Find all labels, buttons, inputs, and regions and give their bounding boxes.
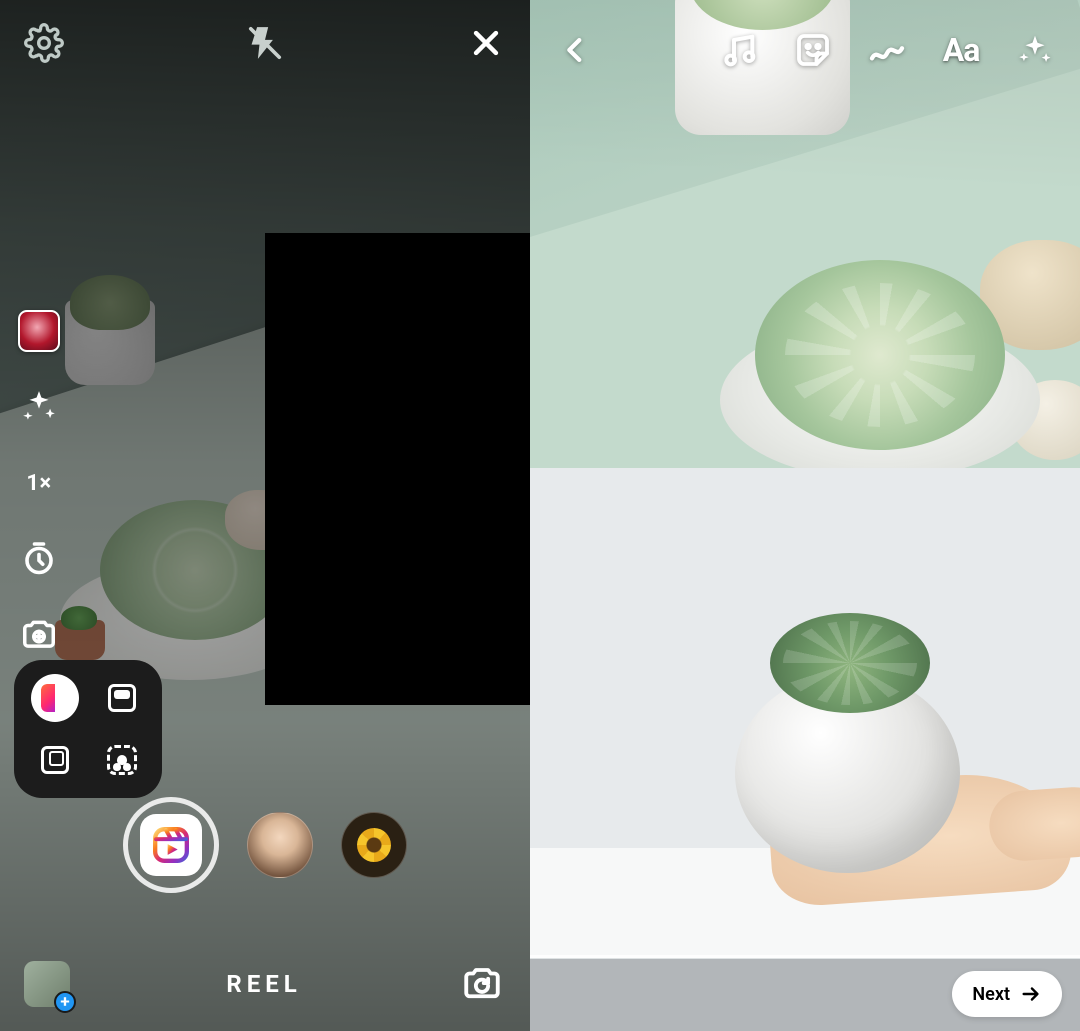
text-tool-label: Aa bbox=[943, 31, 980, 69]
settings-icon[interactable] bbox=[22, 21, 66, 65]
layout-option-split-top[interactable] bbox=[98, 674, 146, 722]
scrubber[interactable] bbox=[530, 955, 1080, 958]
flash-off-icon[interactable] bbox=[243, 21, 287, 65]
add-icon: + bbox=[54, 991, 76, 1013]
secondary-capture-panel[interactable] bbox=[265, 233, 530, 705]
audio-thumbnail bbox=[18, 310, 60, 352]
story-editor-screen: Aa Next bbox=[530, 0, 1080, 1031]
reels-icon bbox=[140, 814, 202, 876]
zoom-label: 1× bbox=[26, 471, 51, 496]
gallery-button[interactable]: + bbox=[24, 961, 70, 1007]
camera-top-bar bbox=[0, 0, 530, 85]
layout-option-split-vertical[interactable] bbox=[31, 674, 79, 722]
effect-face-filter[interactable] bbox=[247, 812, 313, 878]
text-tool[interactable]: Aa bbox=[938, 27, 984, 73]
arrow-right-icon bbox=[1020, 983, 1042, 1005]
audio-track-button[interactable] bbox=[18, 310, 60, 352]
layout-picker bbox=[14, 660, 162, 798]
effect-sunflower[interactable] bbox=[341, 812, 407, 878]
story-image-bottom bbox=[530, 468, 1080, 958]
back-icon[interactable] bbox=[552, 27, 598, 73]
sticker-icon[interactable] bbox=[790, 27, 836, 73]
switch-camera-icon[interactable] bbox=[458, 960, 506, 1008]
camera-screen: 1× + REEL bbox=[0, 0, 530, 1031]
close-icon[interactable] bbox=[464, 21, 508, 65]
mode-label[interactable]: REEL bbox=[226, 970, 301, 998]
dual-capture-icon[interactable] bbox=[18, 614, 60, 656]
story-canvas[interactable] bbox=[530, 0, 1080, 1031]
capture-row bbox=[0, 790, 530, 900]
draw-icon[interactable] bbox=[864, 27, 910, 73]
editor-top-bar: Aa bbox=[530, 0, 1080, 100]
shutter-button[interactable] bbox=[123, 797, 219, 893]
effects-icon[interactable] bbox=[18, 386, 60, 428]
next-label: Next bbox=[972, 984, 1010, 1005]
layout-option-green-screen[interactable] bbox=[98, 736, 146, 784]
camera-bottom-bar: + REEL bbox=[0, 936, 530, 1031]
next-button[interactable]: Next bbox=[952, 971, 1062, 1017]
layout-option-pip[interactable] bbox=[31, 736, 79, 784]
zoom-level[interactable]: 1× bbox=[18, 462, 60, 504]
timer-icon[interactable] bbox=[18, 538, 60, 580]
effects-sparkle-icon[interactable] bbox=[1012, 27, 1058, 73]
music-icon[interactable] bbox=[716, 27, 762, 73]
camera-tool-column: 1× bbox=[18, 310, 60, 656]
